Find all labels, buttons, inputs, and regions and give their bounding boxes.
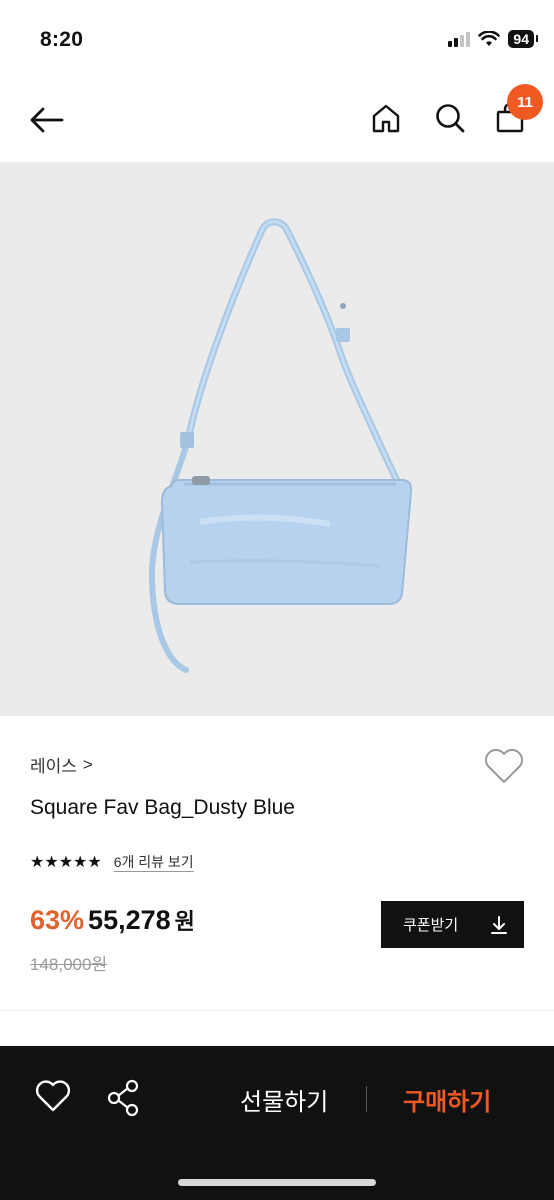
sale-price: 55,278 (88, 905, 171, 935)
review-link[interactable]: 6개 리뷰 보기 (114, 852, 194, 872)
battery-icon: 94 (508, 30, 538, 48)
shoulder-bag-image (148, 218, 413, 673)
rating-row: ★★★★★ 6개 리뷰 보기 (30, 852, 194, 872)
bottom-action-bar: 선물하기 구매하기 (0, 1046, 554, 1200)
brand-link[interactable]: 레이스 > (30, 752, 93, 777)
status-bar: 8:20 94 (0, 0, 554, 80)
top-nav (0, 80, 554, 162)
wish-button[interactable] (34, 1078, 74, 1118)
price-row: 63% 55,278 원 (30, 904, 195, 936)
discount-rate: 63% (30, 905, 85, 935)
section-divider (0, 1010, 554, 1011)
share-icon (107, 1079, 139, 1117)
home-icon (372, 104, 400, 133)
star-rating: ★★★★★ (30, 854, 102, 871)
download-icon (491, 915, 507, 934)
share-button[interactable] (104, 1078, 144, 1118)
status-icons: 94 (448, 30, 538, 48)
buy-button[interactable]: 구매하기 (403, 1082, 491, 1117)
home-indicator (178, 1179, 376, 1186)
original-price: 148,000원 (30, 955, 108, 974)
button-separator (366, 1086, 367, 1112)
wifi-icon (478, 31, 501, 46)
cart-count-badge: 11 (507, 84, 543, 120)
heart-icon (35, 1080, 71, 1112)
product-title: Square Fav Bag_Dusty Blue (30, 796, 295, 819)
status-time: 8:20 (40, 28, 84, 51)
coupon-label: 쿠폰받기 (403, 917, 459, 934)
back-button[interactable] (26, 100, 66, 140)
search-button[interactable] (430, 98, 470, 138)
home-button[interactable] (366, 98, 406, 138)
brand-name: 레이스 (30, 757, 77, 776)
gift-button[interactable]: 선물하기 (240, 1082, 328, 1117)
chevron-right-icon: > (82, 754, 93, 774)
heart-outline-icon (485, 749, 523, 783)
wishlist-button[interactable] (482, 746, 526, 786)
signal-icon (448, 31, 471, 47)
arrow-left-icon (30, 107, 64, 133)
coupon-button[interactable]: 쿠폰받기 (381, 901, 524, 948)
product-image[interactable] (0, 162, 554, 716)
search-icon (436, 104, 465, 133)
currency-unit: 원 (174, 909, 195, 934)
